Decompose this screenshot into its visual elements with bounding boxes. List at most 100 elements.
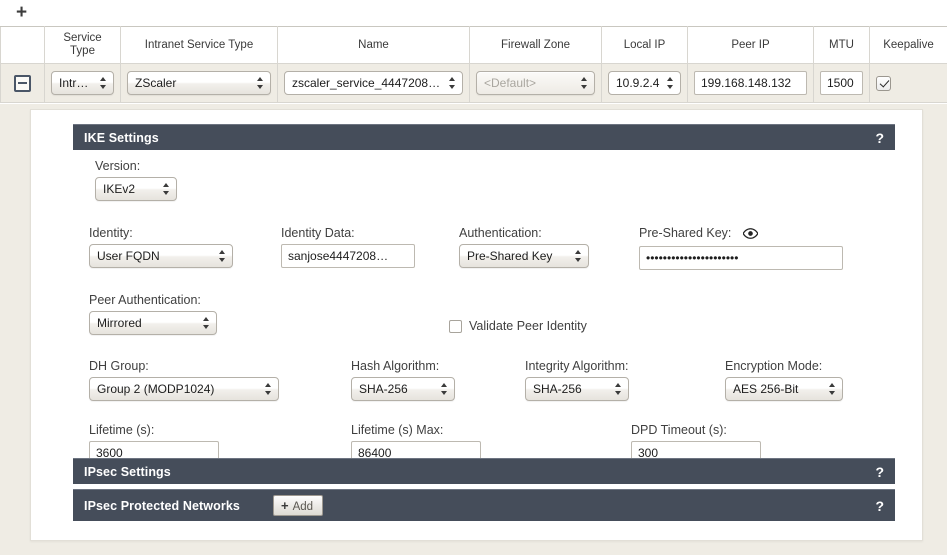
table-row: Intranet ZScaler zscaler_service_4447208… — [0, 63, 947, 104]
toolbar: + — [0, 0, 947, 26]
cell-intranet-service-type: ZScaler — [120, 63, 278, 104]
col-header-service-type: Service Type — [44, 25, 121, 65]
service-type-line-2: Type — [70, 45, 95, 58]
col-header-firewall-zone: Firewall Zone — [469, 25, 602, 65]
chevron-updown-icon — [448, 76, 457, 90]
version-label: Version: — [95, 159, 141, 173]
dh-group-select[interactable]: Group 2 (MODP1024) — [89, 377, 279, 401]
authentication-field: Authentication: Pre-Shared Key — [459, 226, 589, 268]
cell-mtu — [813, 63, 870, 104]
service-type-value: Intranet — [59, 76, 100, 91]
ike-settings-panel: IKE Settings ? Version: IKEv2 Identity: … — [73, 124, 895, 472]
peer-authentication-value: Mirrored — [97, 316, 142, 330]
local-ip-value: 10.9.2.4 — [616, 76, 660, 91]
identity-value: User FQDN — [97, 249, 160, 263]
row-expander-cell — [0, 63, 45, 104]
chevron-updown-icon — [218, 249, 227, 263]
service-type-line-1: Service — [63, 32, 102, 44]
ipsec-protected-networks-title: IPsec Protected Networks — [84, 499, 240, 513]
peer-authentication-select[interactable]: Mirrored — [89, 311, 217, 335]
chevron-updown-icon — [666, 76, 675, 90]
integrity-algorithm-value: SHA-256 — [533, 382, 582, 396]
pre-shared-key-field: Pre-Shared Key: — [639, 226, 843, 270]
ike-settings-header[interactable]: IKE Settings ? — [73, 124, 895, 150]
encryption-mode-field: Encryption Mode: AES 256-Bit — [725, 359, 843, 401]
table-header-row: Service Type Intranet Service Type Name … — [0, 25, 947, 65]
hash-algorithm-select[interactable]: SHA-256 — [351, 377, 455, 401]
service-detail-region: IKE Settings ? Version: IKEv2 Identity: … — [0, 104, 947, 555]
dh-group-field: DH Group: Group 2 (MODP1024) — [89, 359, 279, 401]
identity-data-input[interactable] — [281, 244, 415, 268]
collapse-row-icon[interactable] — [14, 74, 31, 92]
service-name-value: zscaler_service_44472088_1 — [292, 76, 449, 91]
identity-label: Identity: — [89, 226, 133, 240]
firewall-zone-select[interactable]: <Default> — [476, 71, 595, 96]
version-select[interactable]: IKEv2 — [95, 177, 177, 201]
cell-keepalive — [869, 63, 947, 104]
lifetime-label: Lifetime (s): — [89, 423, 155, 437]
hash-algorithm-field: Hash Algorithm: SHA-256 — [351, 359, 455, 401]
identity-select[interactable]: User FQDN — [89, 244, 233, 268]
eye-icon[interactable] — [742, 228, 759, 242]
ike-settings-help-icon[interactable]: ? — [875, 125, 884, 151]
chevron-updown-icon — [202, 316, 211, 330]
col-header-intranet-service-type: Intranet Service Type — [120, 25, 278, 65]
service-name-select[interactable]: zscaler_service_44472088_1 — [284, 71, 463, 96]
col-header-expand — [0, 25, 45, 65]
app-screen: + Service Type Intranet Service Type Nam… — [0, 0, 947, 555]
encryption-mode-select[interactable]: AES 256-Bit — [725, 377, 843, 401]
integrity-algorithm-label: Integrity Algorithm: — [525, 359, 629, 373]
version-field: Version: IKEv2 — [95, 159, 177, 201]
pre-shared-key-label: Pre-Shared Key: — [639, 226, 843, 242]
authentication-select[interactable]: Pre-Shared Key — [459, 244, 589, 268]
chevron-updown-icon — [162, 182, 171, 196]
chevron-updown-icon — [580, 76, 589, 90]
hash-algorithm-label: Hash Algorithm: — [351, 359, 440, 373]
chevron-updown-icon — [828, 382, 837, 396]
chevron-updown-icon — [574, 249, 583, 263]
ipsec-protected-networks-header[interactable]: IPsec Protected Networks + Add ? — [73, 489, 895, 521]
chevron-updown-icon — [99, 76, 108, 90]
validate-peer-identity-checkbox[interactable] — [449, 319, 462, 333]
version-value: IKEv2 — [103, 182, 136, 196]
chevron-updown-icon — [256, 76, 265, 90]
col-header-keepalive: Keepalive — [869, 25, 947, 65]
dpd-timeout-label: DPD Timeout (s): — [631, 423, 727, 437]
ike-settings-title: IKE Settings — [84, 131, 159, 145]
chevron-updown-icon — [264, 382, 273, 396]
authentication-label: Authentication: — [459, 226, 542, 240]
ipsec-settings-help-icon[interactable]: ? — [875, 459, 884, 485]
chevron-updown-icon — [614, 382, 623, 396]
service-type-select[interactable]: Intranet — [51, 71, 114, 96]
col-header-mtu: MTU — [813, 25, 870, 65]
local-ip-select[interactable]: 10.9.2.4 — [608, 71, 681, 96]
validate-peer-identity-label: Validate Peer Identity — [469, 319, 587, 333]
mtu-input[interactable] — [820, 71, 863, 96]
integrity-algorithm-field: Integrity Algorithm: SHA-256 — [525, 359, 629, 401]
cell-firewall-zone: <Default> — [469, 63, 602, 104]
services-table: Service Type Intranet Service Type Name … — [0, 25, 947, 104]
ipsec-protected-networks-panel: IPsec Protected Networks + Add ? — [73, 489, 895, 521]
ipsec-settings-header[interactable]: IPsec Settings ? — [73, 458, 895, 484]
pre-shared-key-input[interactable] — [639, 246, 843, 270]
ipsec-protected-networks-help-icon[interactable]: ? — [875, 490, 884, 522]
encryption-mode-value: AES 256-Bit — [733, 382, 799, 396]
lifetime-max-label: Lifetime (s) Max: — [351, 423, 444, 437]
col-header-name: Name — [277, 25, 470, 65]
identity-data-field: Identity Data: — [281, 226, 415, 268]
identity-field: Identity: User FQDN — [89, 226, 233, 268]
keepalive-checkbox[interactable] — [876, 75, 891, 91]
chevron-updown-icon — [440, 382, 449, 396]
hash-algorithm-value: SHA-256 — [359, 382, 408, 396]
validate-peer-identity-row[interactable]: Validate Peer Identity — [449, 319, 587, 333]
peer-ip-input[interactable] — [694, 71, 807, 96]
integrity-algorithm-select[interactable]: SHA-256 — [525, 377, 629, 401]
add-service-icon[interactable]: + — [13, 3, 30, 22]
pre-shared-key-label-text: Pre-Shared Key: — [639, 226, 732, 240]
encryption-mode-label: Encryption Mode: — [725, 359, 823, 373]
authentication-value: Pre-Shared Key — [467, 249, 553, 263]
add-protected-network-button[interactable]: + Add — [273, 495, 324, 516]
peer-authentication-label: Peer Authentication: — [89, 293, 201, 307]
col-header-peer-ip: Peer IP — [687, 25, 814, 65]
intranet-service-type-select[interactable]: ZScaler — [127, 71, 271, 96]
